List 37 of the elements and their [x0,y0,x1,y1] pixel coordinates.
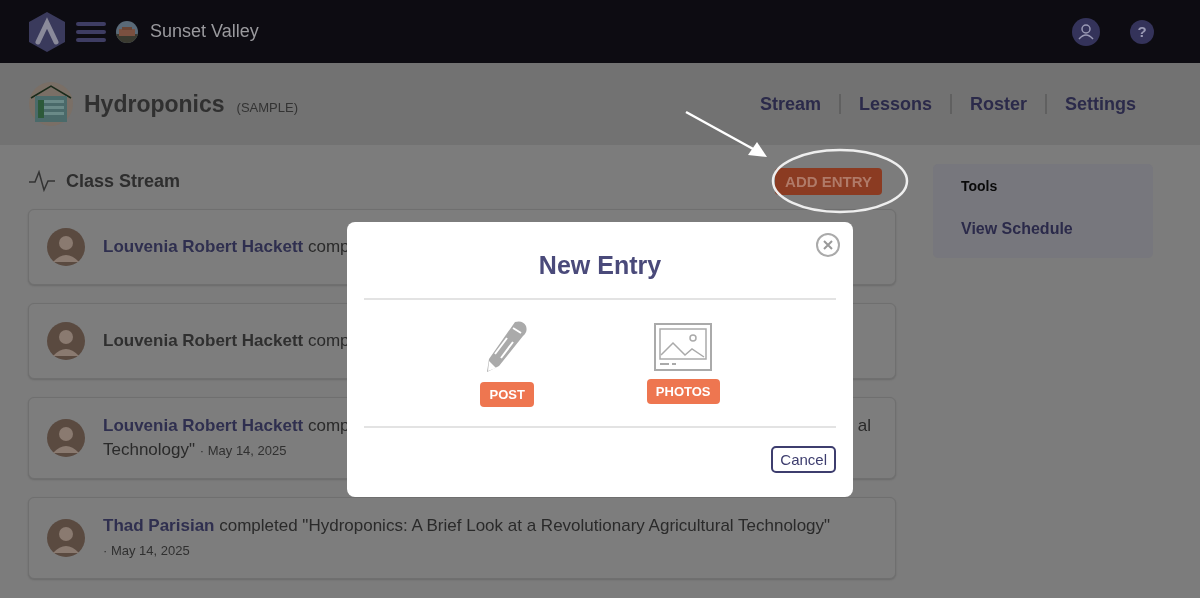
entry-text: al [857,416,871,436]
nav-link[interactable]: Roster [949,94,1045,114]
pencil-icon[interactable] [485,319,530,374]
greenhouse-icon [28,82,74,126]
entry-date: · May 14, 2025 [199,443,287,458]
pulse-icon [28,170,56,192]
photos-button[interactable]: PHOTOS [646,378,720,404]
menu-icon[interactable] [76,20,106,43]
stream-title: Class Stream [66,170,181,192]
avatar-icon [47,519,85,557]
nav-link[interactable]: Lessons [838,94,950,114]
sample-tag: (SAMPLE) [236,99,298,115]
cancel-button[interactable]: Cancel [771,446,836,473]
avatar-icon [47,228,85,266]
dialog-title: New Entry [364,222,836,300]
nav-link[interactable]: Settings [1045,94,1154,114]
close-icon[interactable] [816,233,840,257]
logo-icon[interactable] [28,10,66,53]
school-name[interactable]: Sunset Valley [150,21,259,42]
tools-link[interactable]: View Schedule [961,220,1125,238]
avatar-icon [47,419,85,457]
entry-text: completed "Hydroponics: A Brief Look at a Revolutionary Agricultural Technology" [218,516,831,535]
tools-title: Tools [961,178,999,194]
help-button[interactable]: ? [1130,19,1154,44]
post-button[interactable]: POST [480,381,534,407]
nav-link[interactable]: Stream [741,94,839,114]
student-name: Louvenia Robert Hackett [103,331,304,350]
student-link[interactable]: Louvenia Robert Hackett [103,237,304,256]
course-title: Hydroponics [84,90,225,118]
add-entry-button[interactable]: ADD ENTRY [775,167,882,195]
user-icon[interactable] [1072,17,1100,46]
image-icon[interactable] [654,322,713,371]
student-link[interactable]: Thad Parisian [103,516,215,535]
entry-date: · May 14, 2025 [103,543,190,558]
avatar-icon [47,322,85,360]
student-link[interactable]: Louvenia Robert Hackett [103,416,304,435]
entry-text: Technology" [103,440,197,459]
